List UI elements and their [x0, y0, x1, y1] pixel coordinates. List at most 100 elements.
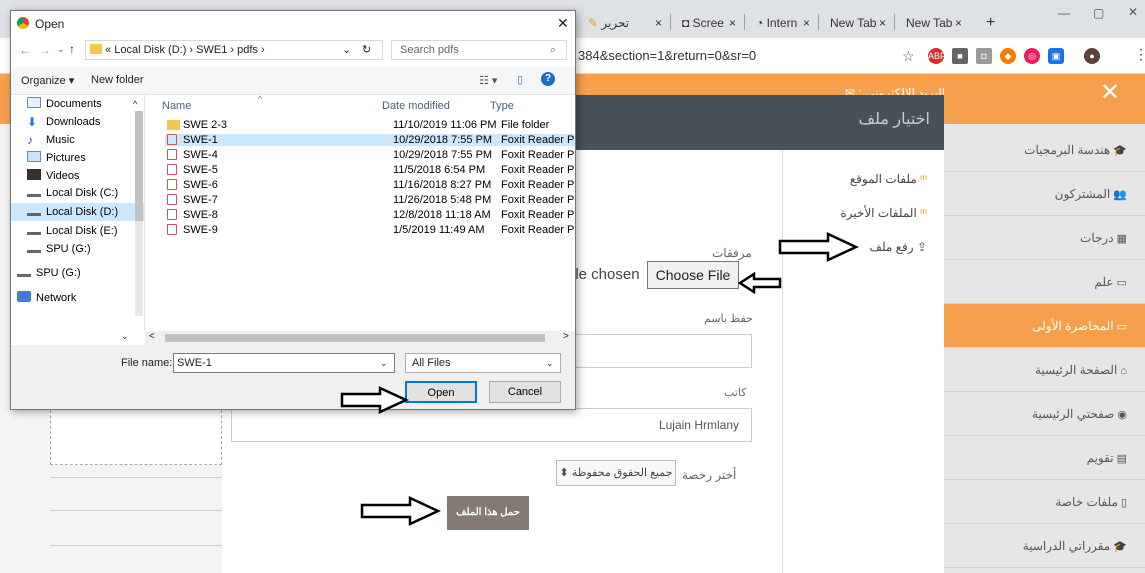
nav-music[interactable]: ♪ Music — [27, 133, 75, 147]
browser-tab-newtab-1[interactable]: New Tab × — [820, 8, 894, 38]
file-list-hscrollbar[interactable]: < > — [145, 331, 575, 345]
browser-tab-newtab-2[interactable]: New Tab × — [896, 8, 970, 38]
file-row[interactable]: SWE-4 10/29/2018 7:55 PM Foxit Reader PDF — [165, 149, 575, 161]
nav-label: SPU (G:) — [36, 267, 81, 279]
column-type[interactable]: Type — [490, 100, 514, 112]
nav-pictures[interactable]: Pictures — [27, 151, 86, 164]
up-icon[interactable]: ↑ — [69, 42, 75, 56]
shield-ext-icon[interactable]: ▣ — [1048, 48, 1064, 64]
close-tab-icon[interactable]: × — [955, 8, 962, 38]
close-icon[interactable]: ✕ — [1100, 78, 1120, 107]
file-row[interactable]: SWE-8 12/8/2018 11:18 AM Foxit Reader PDF — [165, 209, 575, 221]
new-tab-button[interactable]: + — [976, 8, 1000, 38]
file-type: Foxit Reader PDF — [501, 149, 575, 161]
filetype-select[interactable]: All Files ⌄ — [405, 353, 561, 373]
new-folder-button[interactable]: New folder — [91, 74, 144, 86]
sidebar-item[interactable]: ▦ درجات — [944, 216, 1145, 260]
forward-icon[interactable]: → — [39, 43, 51, 57]
nav-documents[interactable]: Documents — [27, 97, 102, 110]
close-tab-icon[interactable]: × — [655, 8, 662, 38]
repo-site-files[interactable]: ᵐ ملفات الموقع — [817, 172, 927, 186]
star-icon[interactable]: ☆ — [902, 48, 915, 65]
file-row[interactable]: SWE-9 1/5/2019 11:49 AM Foxit Reader PDF — [165, 224, 575, 236]
search-input[interactable]: Search pdfs ⌕ — [391, 40, 567, 60]
window-close-button[interactable]: ✕ — [1128, 5, 1138, 19]
file-row[interactable]: SWE-5 11/5/2018 6:54 PM Foxit Reader PDF — [165, 164, 575, 176]
adblock-icon[interactable]: ABP — [928, 48, 946, 64]
maximize-button[interactable]: ▢ — [1093, 6, 1104, 20]
sidebar-item[interactable]: ▤ تقويم — [944, 436, 1145, 480]
drive-icon — [27, 245, 41, 253]
record-ext-icon[interactable]: ◎ — [1024, 48, 1040, 64]
choose-file-button[interactable]: Choose File — [647, 261, 739, 289]
close-tab-icon[interactable]: × — [803, 8, 810, 38]
breadcrumb[interactable]: « Local Disk (D:) › SWE1 › pdfs › ⌄ ↻ — [85, 40, 383, 60]
repo-recent-files[interactable]: ᵐ الملفات الأخيرة — [817, 206, 927, 220]
nav-spu-g-2[interactable]: SPU (G:) — [17, 267, 81, 279]
cancel-button[interactable]: Cancel — [489, 381, 561, 403]
breadcrumb-item[interactable]: pdfs — [237, 44, 258, 56]
sidebar-item[interactable]: ⌂ الصفحة الرئيسية — [944, 348, 1145, 392]
breadcrumb-item[interactable]: Local Disk (D:) — [114, 44, 186, 56]
file-row[interactable]: SWE-7 11/26/2018 5:48 PM Foxit Reader PDF — [165, 194, 575, 206]
nav-scroll-up-icon[interactable]: ^ — [133, 99, 137, 109]
browser-tab-screen[interactable]: ◘ Scree × — [672, 8, 744, 38]
nav-videos[interactable]: Videos — [27, 169, 79, 182]
dropdown-chevron-icon[interactable]: ⌄ — [342, 41, 351, 59]
menu-icon[interactable]: ⋮ — [1134, 46, 1145, 63]
view-options-icon[interactable]: ☷ ▾ — [479, 74, 497, 87]
minimize-button[interactable]: — — [1058, 6, 1070, 20]
nav-disk-c[interactable]: Local Disk (C:) — [27, 187, 118, 199]
extension-icon[interactable]: ■ — [952, 48, 968, 64]
nav-disk-d[interactable]: Local Disk (D:) — [11, 203, 144, 221]
sidebar-item[interactable]: ▭ المحاضرة الأولى — [944, 304, 1145, 348]
scroll-thumb[interactable] — [165, 334, 545, 342]
column-date-modified[interactable]: Date modified — [382, 100, 450, 112]
author-input[interactable]: Lujain Hrmlany — [231, 408, 752, 442]
nav-scrollbar[interactable] — [135, 111, 143, 316]
sidebar-item[interactable]: 👥 المشتركون — [944, 172, 1145, 216]
close-tab-icon[interactable]: × — [879, 8, 886, 38]
nav-downloads[interactable]: ⬇ Downloads — [27, 115, 100, 129]
file-row[interactable]: SWE 2-3 11/10/2019 11:06 PM File folder — [165, 119, 575, 131]
history-chevron-icon[interactable]: ⌄ — [57, 44, 65, 55]
nav-scroll-down-icon[interactable]: ⌄ — [121, 331, 129, 342]
column-name[interactable]: Name — [162, 100, 191, 112]
sidebar-item[interactable]: ▭ علم — [944, 260, 1145, 304]
refresh-icon[interactable]: ↻ — [362, 41, 371, 59]
chevron-down-icon[interactable]: ⌄ — [546, 354, 554, 372]
nav-spu-g[interactable]: SPU (G:) — [27, 243, 91, 255]
breadcrumb-item[interactable]: SWE1 — [196, 44, 227, 56]
sidebar-item[interactable]: 🎓 مقرراتي الدراسية — [944, 524, 1145, 568]
camera-ext-icon[interactable]: ◘ — [976, 48, 992, 64]
scroll-left-icon[interactable]: < — [149, 331, 155, 342]
back-icon[interactable]: ← — [19, 43, 31, 57]
filename-input[interactable]: SWE-1 ⌄ — [173, 353, 395, 373]
scroll-right-icon[interactable]: > — [563, 331, 569, 342]
nav-network[interactable]: Network — [17, 291, 76, 304]
sidebar-item[interactable]: 🎓 هندسة البرمجيات — [944, 128, 1145, 172]
file-row[interactable]: SWE-1 10/29/2018 7:55 PM Foxit Reader PDF — [165, 134, 575, 146]
close-tab-icon[interactable]: × — [729, 8, 736, 38]
drop-zone[interactable] — [50, 405, 222, 465]
upload-file-button[interactable]: حمل هذا الملف — [447, 496, 529, 530]
url-bar[interactable]: 384&section=1&return=0&sr=0 — [578, 44, 756, 68]
organize-menu[interactable]: Organize ▾ — [21, 74, 74, 87]
nav-disk-e[interactable]: Local Disk (E:) — [27, 225, 118, 237]
arrow-ext-icon[interactable]: ◆ — [1000, 48, 1016, 64]
open-button[interactable]: Open — [405, 381, 477, 403]
browser-tab-edit[interactable]: ✎ تحرير × — [578, 8, 670, 38]
browser-tab-internet[interactable]: ◔ Intern × — [746, 8, 818, 38]
nav-label: Local Disk (E:) — [46, 225, 118, 237]
sidebar-item[interactable]: ▯ ملفات خاصة — [944, 480, 1145, 524]
dialog-close-icon[interactable]: ✕ — [557, 15, 569, 32]
help-icon[interactable]: ? — [541, 72, 555, 86]
avatar[interactable]: ● — [1084, 48, 1100, 64]
nav-label: SPU (G:) — [46, 243, 91, 255]
file-row[interactable]: SWE-6 11/16/2018 8:27 PM Foxit Reader PDF — [165, 179, 575, 191]
breadcrumb-overflow[interactable]: « — [105, 44, 111, 56]
preview-pane-icon[interactable]: ▯ — [517, 73, 523, 86]
sidebar-item[interactable]: ◉ صفحتي الرئيسية — [944, 392, 1145, 436]
license-select[interactable]: جميع الحقوق محفوظة ⬍ — [556, 460, 676, 486]
chevron-down-icon[interactable]: ⌄ — [380, 354, 388, 372]
